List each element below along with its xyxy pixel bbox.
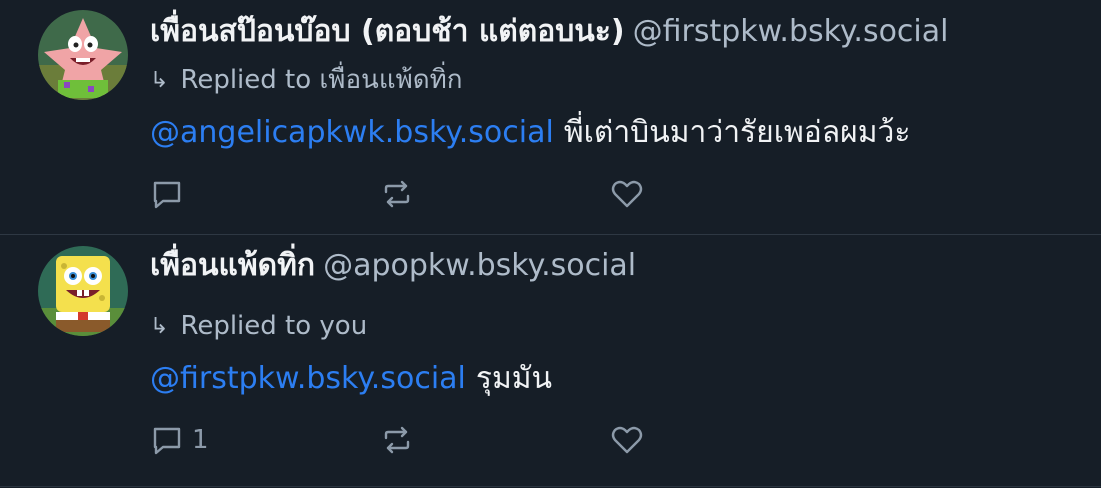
post-divider <box>0 486 1101 487</box>
post-body: @firstpkw.bsky.social รุมมัน <box>150 359 552 399</box>
mention-link[interactable]: @angelicapkwk.bsky.social <box>150 115 554 150</box>
reply-button[interactable]: 1 <box>150 422 209 458</box>
repost-icon <box>380 423 414 457</box>
reply-arrow-icon: ↳ <box>150 68 169 93</box>
post-text: รุมมัน <box>475 361 553 396</box>
like-button[interactable] <box>610 422 644 458</box>
post-body: @angelicapkwk.bsky.social พี่เต่าบินมาว่า… <box>150 113 910 153</box>
post-text: พี่เต่าบินมาว่ารัยเพอ่ลผมว้ะ <box>563 115 911 150</box>
post-actions <box>150 176 643 212</box>
post-actions: 1 <box>150 422 643 458</box>
replied-to-line[interactable]: ↳ Replied to you <box>150 309 367 344</box>
spongebob-avatar[interactable] <box>38 246 128 336</box>
reply-arrow-icon: ↳ <box>150 314 169 339</box>
author-handle[interactable]: @firstpkw.bsky.social <box>633 14 949 49</box>
heart-icon <box>610 177 644 211</box>
mention-link[interactable]: @firstpkw.bsky.social <box>150 361 466 396</box>
post-header: เพื่อนสป๊อนบ๊อบ (ตอบช้า แต่ตอบนะ) @firstp… <box>150 12 948 52</box>
author-display-name[interactable]: เพื่อนสป๊อนบ๊อบ (ตอบช้า แต่ตอบนะ) <box>150 14 625 49</box>
replied-to-label: Replied to เพื่อนแพ้ดทิ่ก <box>180 65 463 95</box>
reply-icon <box>150 423 184 457</box>
author-handle[interactable]: @apopkw.bsky.social <box>323 248 636 283</box>
heart-icon <box>610 423 644 457</box>
like-button[interactable] <box>610 176 644 212</box>
post-item[interactable]: เพื่อนแพ้ดทิ่ก @apopkw.bsky.social ↳ Repli… <box>0 234 1101 488</box>
repost-button[interactable] <box>380 176 414 212</box>
repost-button[interactable] <box>380 422 414 458</box>
replied-to-label: Replied to you <box>180 311 368 341</box>
author-display-name[interactable]: เพื่อนแพ้ดทิ่ก <box>150 248 315 283</box>
replied-to-line[interactable]: ↳ Replied to เพื่อนแพ้ดทิ่ก <box>150 63 463 98</box>
patrick-star-avatar[interactable] <box>38 10 128 100</box>
feed: เพื่อนสป๊อนบ๊อบ (ตอบช้า แต่ตอบนะ) @firstp… <box>0 0 1101 488</box>
repost-icon <box>380 177 414 211</box>
reply-count: 1 <box>192 425 209 455</box>
reply-button[interactable] <box>150 176 192 212</box>
reply-icon <box>150 177 184 211</box>
post-item[interactable]: เพื่อนสป๊อนบ๊อบ (ตอบช้า แต่ตอบนะ) @firstp… <box>0 0 1101 234</box>
post-header: เพื่อนแพ้ดทิ่ก @apopkw.bsky.social <box>150 246 636 286</box>
